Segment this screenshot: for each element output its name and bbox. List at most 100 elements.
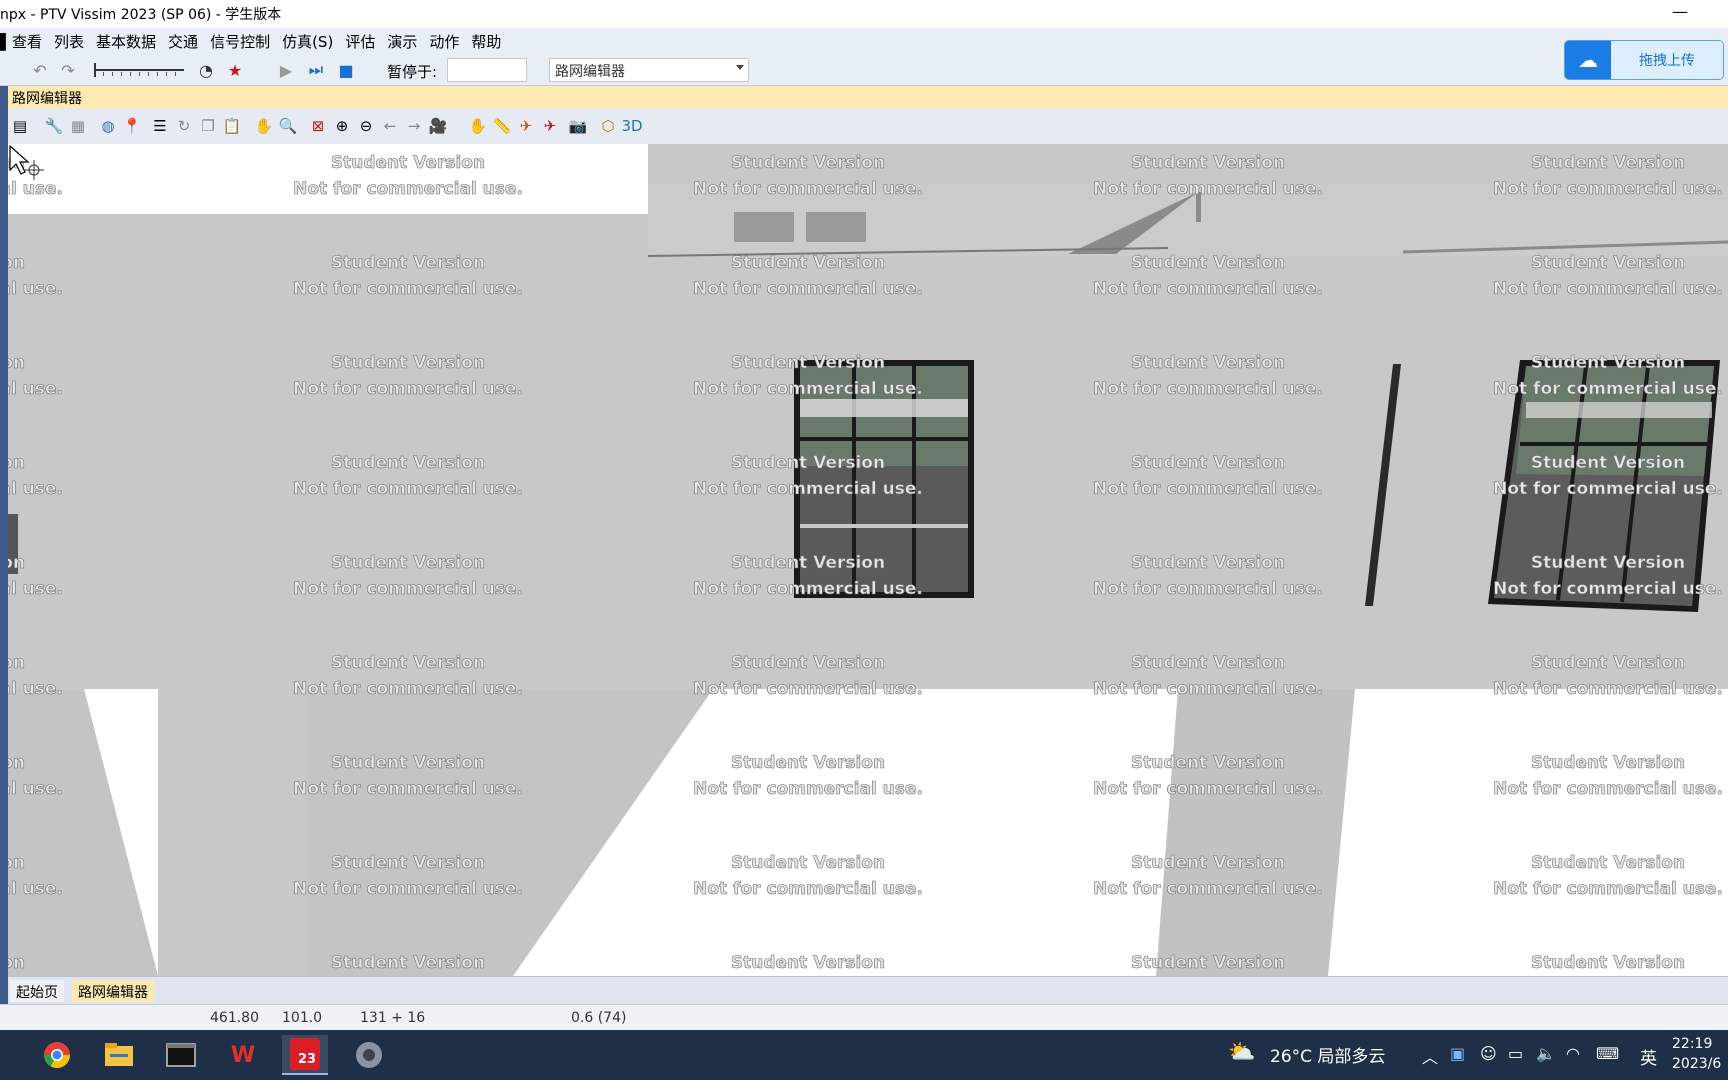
watermark: Student VersionNot for commercial use.	[1493, 753, 1723, 800]
menu-item-actions[interactable]: 动作	[423, 31, 465, 52]
watermark: Student VersionNot for commercial use.	[1093, 753, 1323, 800]
stop-icon[interactable]: ■	[336, 60, 356, 80]
watermark: Student VersionNot for commercial use.	[8, 853, 63, 900]
minimize-icon[interactable]: —	[1672, 2, 1688, 21]
mouse-cursor-icon	[9, 144, 44, 180]
wps-icon[interactable]: W	[220, 1035, 266, 1075]
3d-cube-icon[interactable]: ⬡	[598, 116, 618, 136]
watermark: Student VersionNot for commercial use.	[8, 653, 63, 700]
watermark: Student VersionNot for commercial use.	[1493, 853, 1723, 900]
volume-icon[interactable]: 🔈	[1536, 1044, 1556, 1063]
watermark: Student VersionNot for commercial use.	[8, 253, 63, 300]
menu-item-lists[interactable]: 列表	[48, 31, 90, 52]
chevron-down-icon	[736, 65, 744, 70]
speed-gauge-icon[interactable]: ◔	[196, 60, 216, 80]
menu-item-base-data[interactable]: 基本数据	[90, 31, 162, 52]
copy-icon[interactable]: ❐	[198, 116, 218, 136]
ime-indicator[interactable]: 英	[1640, 1044, 1657, 1069]
clipboard-icon[interactable]: 📋	[222, 116, 242, 136]
menu-item-traffic[interactable]: 交通	[162, 31, 204, 52]
zoom-all-icon[interactable]: ⊠	[308, 116, 328, 136]
title-bar: npx - PTV Vissim 2023 (SP 06) - 学生版本 —	[0, 0, 1728, 28]
cloud-upload-icon: ☁	[1565, 41, 1611, 79]
watermark: Student Version	[330, 953, 486, 974]
tray-app-icon[interactable]: ▣	[1450, 1044, 1465, 1063]
network-editor-toolbar: ▤ 🔧 ▦ ◍ 📍 ☰ ↻ ❐ 📋 ✋ 🔍 ⊠ ⊕ ⊖ ← → 🎥 ✋ 📏 ✈ …	[8, 108, 1728, 144]
weather-cloud-icon[interactable]: ⛅	[1228, 1040, 1255, 1065]
left-dock-edge	[0, 86, 8, 1016]
system-clock[interactable]: 22:19 2023/6	[1672, 1034, 1721, 1074]
camera-position-icon[interactable]: 🎥	[428, 116, 448, 136]
map-pin-icon[interactable]: 📍	[122, 116, 142, 136]
tray-chat-icon[interactable]: ☺	[1480, 1044, 1497, 1063]
single-step-icon[interactable]: ⏭	[306, 60, 326, 80]
network-editor-canvas[interactable]: Student VersionNot for commercial use. S…	[8, 144, 1728, 976]
watermark: Student VersionNot for commercial use.	[293, 453, 523, 500]
menu-item-signal-control[interactable]: 信号控制	[204, 31, 276, 52]
view-select[interactable]: 路网编辑器	[549, 58, 749, 82]
wifi-icon[interactable]: ◠	[1566, 1044, 1580, 1063]
favorite-star-icon[interactable]: ★	[225, 60, 245, 80]
editor-tab-strip: 起始页 路网编辑器	[8, 976, 1728, 1004]
terminal-icon[interactable]	[158, 1035, 204, 1075]
menu-item-evaluation[interactable]: 评估	[339, 31, 381, 52]
battery-icon[interactable]: ▭	[1508, 1044, 1523, 1063]
hand-icon[interactable]: ✋	[468, 116, 488, 136]
watermark: Student VersionNot for commercial use.	[693, 253, 923, 300]
watermark: Student VersionNot for commercial use.	[8, 353, 63, 400]
watermark: Student Version	[8, 953, 26, 974]
arrow-right-icon[interactable]: →	[404, 116, 424, 136]
watermark: Student VersionNot for commercial use.	[293, 553, 523, 600]
zoom-in-icon[interactable]: ⊕	[332, 116, 352, 136]
layers-icon[interactable]: ▤	[10, 116, 30, 136]
watermark: Student VersionNot for commercial use.	[1493, 653, 1723, 700]
keyboard-icon[interactable]: ⌨	[1596, 1044, 1619, 1063]
ruler-icon[interactable]: 📏	[492, 116, 512, 136]
redo-icon[interactable]: ↷	[58, 60, 78, 80]
play-icon[interactable]: ▶	[276, 60, 296, 80]
vissim-badge: 23	[298, 1052, 317, 1067]
vissim-icon[interactable]: 23	[282, 1035, 328, 1075]
pan-hand-icon[interactable]: ✋	[254, 116, 274, 136]
watermark: Student VersionNot for commercial use.	[693, 553, 923, 600]
watermark: Student VersionNot for commercial use.	[8, 453, 63, 500]
simulation-speed-slider[interactable]	[94, 63, 184, 79]
menu-item-view[interactable]: 查看	[6, 31, 48, 52]
fly-mode-icon[interactable]: ✈	[516, 116, 536, 136]
windows-taskbar: W 23 ⛅ 26°C 局部多云 ︿ ▣ ☺ ▭ 🔈 ◠ ⌨ 英 22:19 2…	[0, 1030, 1728, 1080]
status-x-coordinate: 461.80	[210, 1010, 259, 1026]
screenshot-camera-icon[interactable]: 📷	[568, 116, 588, 136]
globe-icon[interactable]: ◍	[98, 116, 118, 136]
chevron-up-icon[interactable]: ︿	[1422, 1044, 1438, 1068]
menu-item-simulation[interactable]: 仿真(S)	[276, 31, 339, 52]
flight-icon[interactable]: ✈	[540, 116, 560, 136]
drag-upload-button[interactable]: ☁ 拖拽上传	[1564, 40, 1724, 80]
file-explorer-icon[interactable]	[96, 1035, 142, 1075]
undo-icon[interactable]: ↶	[30, 60, 50, 80]
watermark: Student VersionNot for commercial use.	[293, 753, 523, 800]
refresh-icon[interactable]: ↻	[174, 116, 194, 136]
watermark: Student Version	[1130, 953, 1286, 974]
zoom-window-icon[interactable]: 🔍	[278, 116, 298, 136]
watermark: Student VersionNot for commercial use.	[1093, 653, 1323, 700]
tab-network-editor[interactable]: 路网编辑器	[72, 980, 154, 1002]
menu-item-presentation[interactable]: 演示	[381, 31, 423, 52]
watermark: Student VersionNot for commercial use.	[1493, 553, 1723, 600]
watermark: Student VersionNot for commercial use.	[1493, 353, 1723, 400]
3d-mode-icon[interactable]: 3D	[621, 116, 642, 136]
pause-at-input[interactable]	[447, 58, 527, 82]
grid-icon[interactable]: ▦	[68, 116, 88, 136]
list-icon[interactable]: ☰	[150, 116, 170, 136]
menu-item-help[interactable]: 帮助	[465, 31, 507, 52]
window-title: npx - PTV Vissim 2023 (SP 06) - 学生版本	[0, 7, 282, 23]
watermark: Student VersionNot for commercial use.	[1093, 453, 1323, 500]
tab-start-page[interactable]: 起始页	[10, 980, 64, 1002]
wrench-icon[interactable]: 🔧	[44, 116, 64, 136]
watermark: Student Version	[730, 953, 886, 974]
chrome-icon[interactable]	[34, 1035, 80, 1075]
weather-temperature[interactable]: 26°C 局部多云	[1270, 1042, 1385, 1067]
clock-time: 22:19	[1672, 1036, 1713, 1052]
zoom-out-icon[interactable]: ⊖	[356, 116, 376, 136]
app-icon[interactable]	[346, 1035, 392, 1075]
arrow-left-icon[interactable]: ←	[380, 116, 400, 136]
